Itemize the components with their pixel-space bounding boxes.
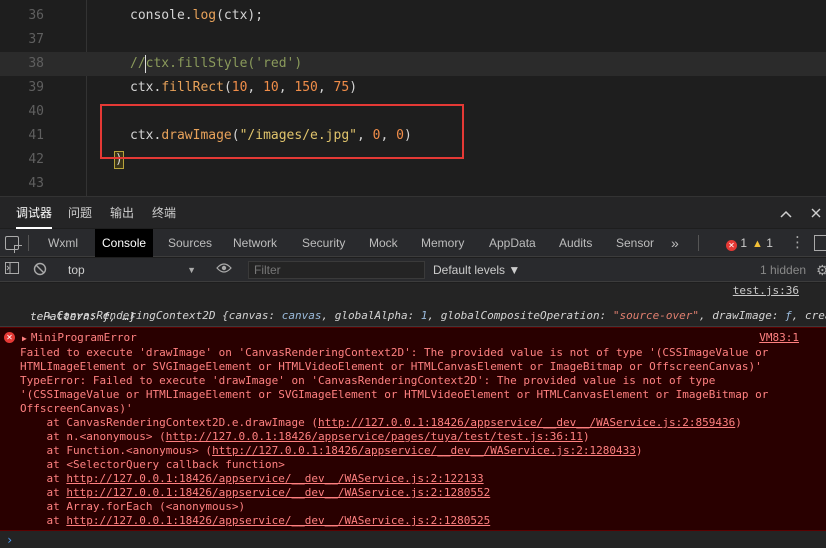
dock-icon[interactable] xyxy=(814,235,826,251)
code-line[interactable]: 37 xyxy=(0,28,826,52)
console-output[interactable]: test.js:36 ▶ CanvasRenderingContext2D {ca… xyxy=(0,283,826,548)
tab-output[interactable]: 输出 xyxy=(110,197,134,229)
error-title[interactable]: ▶ MiniProgramError xyxy=(22,331,137,344)
tab-problems[interactable]: 问题 xyxy=(68,197,92,229)
console-prompt[interactable]: › xyxy=(6,533,13,547)
more-options-icon[interactable]: ⋮ xyxy=(790,229,805,257)
stack-frame-link[interactable]: http://127.0.0.1:18426/appservice/__dev_… xyxy=(318,416,735,429)
error-icon: ✕ xyxy=(726,240,737,251)
log-entry: test.js:36 ▶ CanvasRenderingContext2D {ca… xyxy=(0,283,826,327)
stack-frame-link[interactable]: http://127.0.0.1:18426/appservice/pages/… xyxy=(166,430,583,443)
inspect-element-icon[interactable] xyxy=(5,236,22,253)
tab-mock[interactable]: Mock xyxy=(362,229,405,257)
divider xyxy=(698,235,699,251)
error-count: 1 xyxy=(740,236,748,250)
stack-frame: at Array.forEach (<anonymous>) xyxy=(20,500,246,513)
tab-audits[interactable]: Audits xyxy=(552,229,599,257)
error-message-line: Failed to execute 'drawImage' on 'Canvas… xyxy=(20,346,769,359)
clear-console-icon[interactable] xyxy=(32,262,48,278)
line-number: 41 xyxy=(28,128,44,143)
hidden-count: 1 hidden xyxy=(760,263,807,277)
source-link[interactable]: VM83:1 xyxy=(759,331,799,344)
code-line[interactable]: 36 console.log(ctx); xyxy=(0,4,826,28)
code-line[interactable]: 39 ctx.fillRect(10, 10, 150, 75) xyxy=(0,76,826,100)
text-cursor xyxy=(145,55,146,73)
warning-icon: ▲ xyxy=(752,238,763,250)
code-text: ctx.fillRect(10, 10, 150, 75) xyxy=(130,80,358,95)
error-message-line: '(CSSImageValue or HTMLImageElement or S… xyxy=(20,388,769,401)
more-tabs-icon[interactable]: » xyxy=(664,229,686,257)
gear-icon[interactable]: ⚙ xyxy=(816,262,826,279)
code-line[interactable]: 38 //ctx.fillStyle('red') xyxy=(0,52,826,76)
line-number: 36 xyxy=(28,8,44,23)
line-number: 37 xyxy=(28,32,44,47)
tab-memory[interactable]: Memory xyxy=(414,229,471,257)
tab-debugger[interactable]: 调试器 xyxy=(16,197,53,229)
code-text: console.log(ctx); xyxy=(130,8,264,23)
error-icon: ✕ xyxy=(4,332,15,343)
context-select[interactable]: top ▼ xyxy=(62,260,202,280)
stack-frame: at n.<anonymous> (http://127.0.0.1:18426… xyxy=(20,430,590,443)
code-editor[interactable]: 36 console.log(ctx); 37 38 //ctx.fillStyle('… xyxy=(0,0,826,196)
error-message-line: TypeError: Failed to execute 'drawImage'… xyxy=(20,374,716,387)
tab-sensor[interactable]: Sensor xyxy=(609,229,661,257)
line-number: 38 xyxy=(28,56,44,71)
divider xyxy=(28,235,29,251)
stack-frame: at CanvasRenderingContext2D.e.drawImage … xyxy=(20,416,742,429)
line-number: 43 xyxy=(28,176,44,191)
tab-wxml[interactable]: Wxml xyxy=(41,229,85,257)
devtools-tab-bar: Wxml Console Sources Network Security Mo… xyxy=(0,229,826,257)
warning-counter[interactable]: ▲ 1 xyxy=(752,229,773,257)
tab-security[interactable]: Security xyxy=(295,229,352,257)
panel-tab-bar: 调试器 问题 输出 终端 xyxy=(0,196,826,229)
collapse-panel-icon[interactable] xyxy=(776,203,796,223)
stack-frame-link[interactable]: http://127.0.0.1:18426/appservice/__dev_… xyxy=(66,514,490,527)
error-message-line: OffscreenCanvas)' xyxy=(20,402,133,415)
stack-frame: at http://127.0.0.1:18426/appservice/__d… xyxy=(20,514,491,527)
stack-frame-link[interactable]: http://127.0.0.1:18426/appservice/__dev_… xyxy=(66,486,490,499)
object-preview-continued: tePattern: ƒ, …} xyxy=(30,310,136,323)
toggle-sidebar-icon[interactable] xyxy=(4,262,20,278)
line-number: 42 xyxy=(28,152,44,167)
code-line[interactable]: 43 xyxy=(0,172,826,196)
context-value: top xyxy=(68,263,85,277)
tab-terminal[interactable]: 终端 xyxy=(152,197,176,229)
red-highlight-box xyxy=(100,104,464,159)
chevron-down-icon: ▼ xyxy=(187,265,196,275)
error-entry: ✕ ▶ MiniProgramError VM83:1 Failed to exe… xyxy=(0,327,826,531)
stack-frame-link[interactable]: http://127.0.0.1:18426/appservice/__dev_… xyxy=(66,472,483,485)
error-message-line: HTMLImageElement or SVGImageElement or H… xyxy=(20,360,762,373)
log-levels-dropdown[interactable]: Default levels ▼ xyxy=(433,258,520,282)
line-number: 39 xyxy=(28,80,44,95)
expand-triangle-icon[interactable]: ▶ xyxy=(22,334,27,343)
stack-frame-link[interactable]: http://127.0.0.1:18426/appservice/__dev_… xyxy=(212,444,636,457)
warning-count: 1 xyxy=(766,236,773,250)
tab-console[interactable]: Console xyxy=(95,229,154,257)
console-toolbar: top ▼ Default levels ▼ 1 hidden ⚙ xyxy=(0,258,826,282)
filter-input[interactable] xyxy=(248,261,425,279)
stack-frame: at http://127.0.0.1:18426/appservice/__d… xyxy=(20,486,491,499)
eye-icon[interactable] xyxy=(216,262,232,278)
code-text: //ctx.fillStyle('red') xyxy=(130,56,303,71)
stack-frame: at http://127.0.0.1:18426/appservice/__d… xyxy=(20,472,484,485)
tab-appdata[interactable]: AppData xyxy=(482,229,543,257)
stack-frame: at <SelectorQuery callback function> xyxy=(20,458,285,471)
line-number: 40 xyxy=(28,104,44,119)
error-counter[interactable]: ✕ 1 xyxy=(726,229,747,257)
stack-frame: at Function.<anonymous> (http://127.0.0.… xyxy=(20,444,643,457)
tab-sources[interactable]: Sources xyxy=(161,229,219,257)
close-panel-icon[interactable] xyxy=(806,203,826,223)
tab-network[interactable]: Network xyxy=(226,229,284,257)
